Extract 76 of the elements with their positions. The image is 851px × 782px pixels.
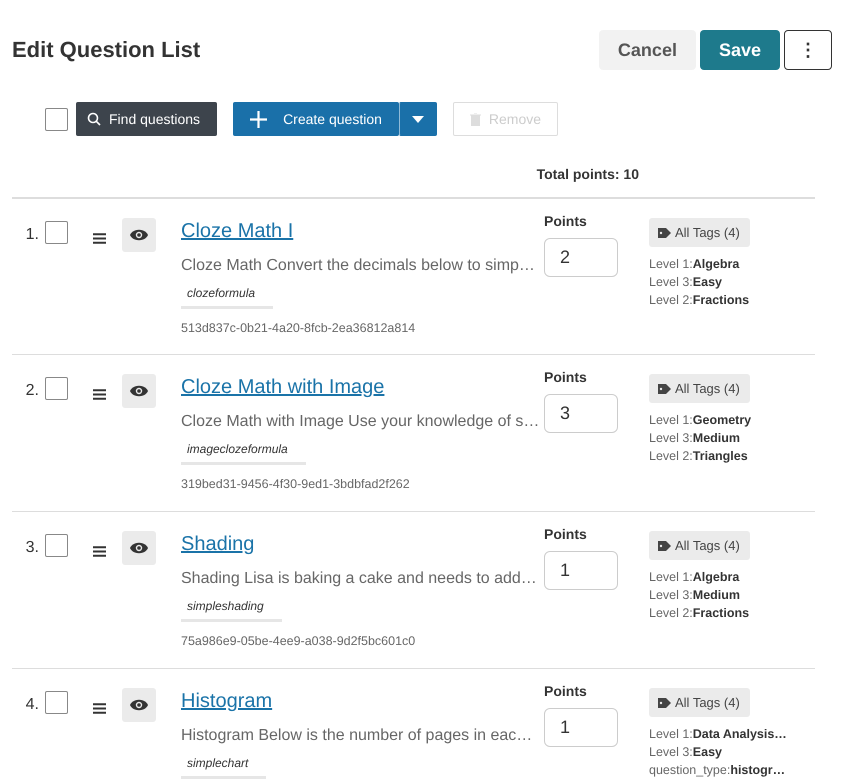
question-title-link[interactable]: Shading <box>181 533 254 555</box>
question-number: 3. <box>26 539 39 556</box>
tag-icon <box>657 540 671 552</box>
question-type-tag: imageclozeformula <box>181 438 306 465</box>
search-icon <box>87 112 101 126</box>
question-title-link[interactable]: Cloze Math with Image <box>181 376 384 398</box>
preview-button[interactable] <box>122 688 156 722</box>
checkbox[interactable] <box>45 221 68 244</box>
question-description: Cloze Math with Image Use your knowledge of s… <box>181 412 540 432</box>
eye-icon <box>130 542 148 554</box>
question-title-link[interactable]: Histogram <box>181 690 272 712</box>
question-number: 2. <box>26 382 39 399</box>
tag-icon <box>657 696 671 708</box>
checkbox[interactable] <box>45 377 68 400</box>
eye-icon <box>130 229 148 241</box>
points-field[interactable]: 1 <box>544 708 618 747</box>
drag-handle-icon[interactable] <box>93 389 106 400</box>
points-field[interactable]: 2 <box>544 238 618 277</box>
question-id: 75a986e9-05be-4ee9-a038-9d2f5bc601c0 <box>181 633 416 650</box>
all-tags-button[interactable]: All Tags (4) <box>649 374 750 403</box>
question-id: 513d837c-0b21-4a20-8fcb-2ea36812a814 <box>181 320 416 337</box>
drag-handle-icon[interactable] <box>93 233 106 244</box>
points-field[interactable]: 1 <box>544 551 618 590</box>
tag-label: Level 3:Easy <box>649 744 723 761</box>
cancel-button[interactable]: Cancel <box>598 30 696 70</box>
tag-label: Level 1:Algebra <box>649 256 740 273</box>
tag-label: Level 1:Data Analysis… <box>649 726 787 743</box>
all-tags-button[interactable]: All Tags (4) <box>649 531 750 560</box>
drag-handle-icon[interactable] <box>93 703 106 714</box>
drag-handle-icon[interactable] <box>93 546 106 558</box>
more-button[interactable]: ⋮ <box>784 30 832 70</box>
dropdown-button[interactable] <box>398 102 437 136</box>
checkbox[interactable] <box>45 691 68 714</box>
question-id: 319bed31-9456-4f30-9ed1-3bdbfad2f262 <box>181 476 411 493</box>
checkbox[interactable] <box>45 108 68 130</box>
total-points: Total points: 10 <box>536 166 639 182</box>
page-title: Edit Question List <box>12 36 200 64</box>
tag-label: Level 1:Algebra <box>649 569 740 586</box>
tag-icon <box>657 226 671 238</box>
caret-icon <box>412 116 424 122</box>
tag-icon <box>657 382 671 394</box>
points-label: Points <box>544 525 588 544</box>
question-title-link[interactable]: Cloze Math I <box>181 220 294 242</box>
points-field[interactable]: 3 <box>544 394 618 433</box>
question-number: 4. <box>26 696 39 713</box>
checkbox[interactable] <box>45 534 68 557</box>
question-description: Cloze Math Convert the decimals below to simp… <box>181 256 536 276</box>
tag-label: Level 3:Medium <box>649 430 742 447</box>
question-number: 1. <box>26 226 39 243</box>
question-description: Shading Lisa is baking a cake and needs to add… <box>181 569 538 589</box>
tag-label: Level 2:Fractions <box>649 292 750 309</box>
points-label: Points <box>544 212 588 231</box>
create-question-button[interactable]: Create question <box>233 102 399 136</box>
preview-button[interactable] <box>122 218 156 252</box>
tag-label: Level 3:Medium <box>649 587 742 604</box>
save-button[interactable]: Save <box>700 30 780 70</box>
eye-icon <box>130 385 148 397</box>
trash-icon <box>470 112 481 126</box>
points-label: Points <box>544 368 588 387</box>
tag-label: Level 2:Fractions <box>649 605 750 622</box>
preview-button[interactable] <box>122 374 156 408</box>
question-type-tag: clozeformula <box>181 282 274 309</box>
question-type-tag: simpleshading <box>181 595 282 622</box>
eye-icon <box>130 699 148 711</box>
tag-label: question_type:histogr… <box>649 762 786 779</box>
all-tags-button[interactable]: All Tags (4) <box>649 218 750 247</box>
tag-label: Level 2:Triangles <box>649 448 749 465</box>
all-tags-button[interactable]: All Tags (4) <box>649 688 750 717</box>
question-type-tag: simplechart <box>181 752 266 779</box>
tag-label: Level 3:Easy <box>649 274 723 291</box>
tag-label: Level 1:Geometry <box>649 412 752 429</box>
question-description: Histogram Below is the number of pages in eac… <box>181 726 534 746</box>
find-questions-button[interactable]: Find questions <box>76 102 218 136</box>
preview-button[interactable] <box>122 531 156 565</box>
plus-icon <box>250 110 268 128</box>
points-label: Points <box>544 682 588 701</box>
